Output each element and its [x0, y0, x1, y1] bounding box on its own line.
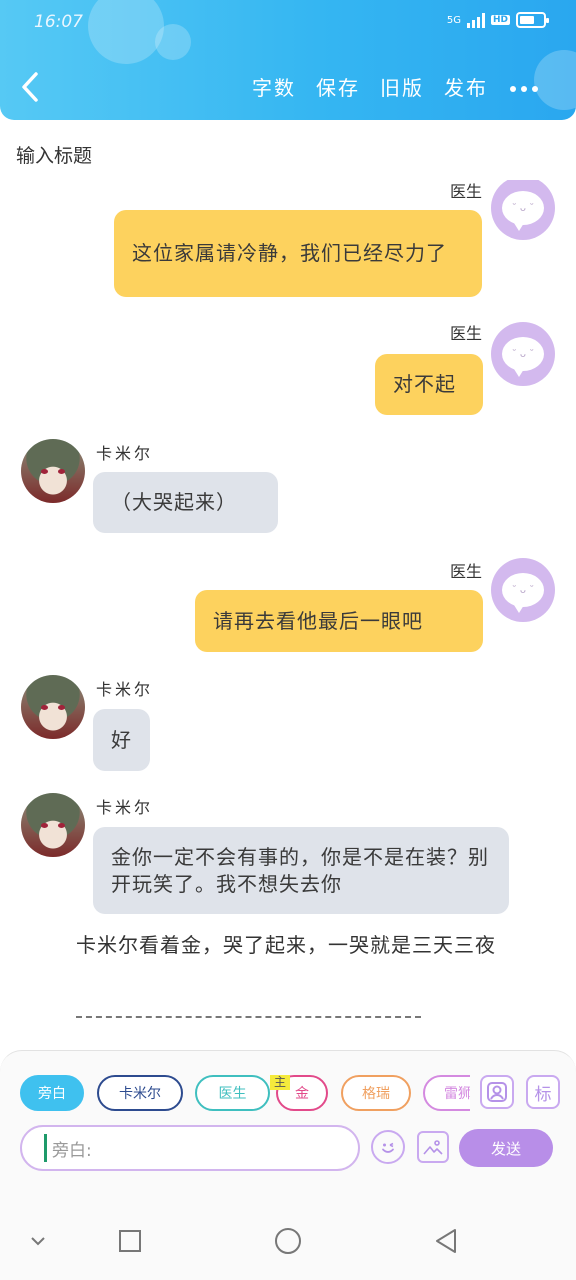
- kamil-avatar[interactable]: [21, 439, 85, 503]
- old-version-button[interactable]: 旧版: [380, 72, 424, 101]
- speaker-name: 医生: [449, 182, 482, 201]
- title-input[interactable]: 输入标题: [16, 141, 92, 168]
- decor-bubble: [155, 24, 191, 60]
- message-bubble[interactable]: 请再去看他最后一眼吧: [195, 590, 483, 652]
- role-chips: 旁白 卡米尔 医生 金 主 格瑞 雷狮: [20, 1075, 470, 1111]
- triangle-back-icon: [436, 1229, 456, 1253]
- message-bubble[interactable]: 对不起: [375, 354, 483, 415]
- image-button[interactable]: [417, 1131, 449, 1163]
- role-chip-doctor[interactable]: 医生: [195, 1075, 270, 1111]
- square-icon: [119, 1230, 141, 1252]
- chat-area[interactable]: 医生 ˘ ᴗ ˘ 这位家属请冷静，我们已经尽力了 医生 ˘ ᴗ ˘ 对不起 卡米…: [0, 180, 576, 1040]
- battery-icon: [516, 12, 549, 28]
- role-chip-label: 旁白: [38, 1086, 66, 1102]
- publish-button[interactable]: 发布: [444, 72, 488, 101]
- message-bubble[interactable]: 金你一定不会有事的，你是不是在装？别开玩笑了。我不想失去你: [93, 827, 509, 914]
- doctor-avatar[interactable]: ˘ ᴗ ˘: [491, 558, 555, 622]
- kamil-avatar[interactable]: [21, 675, 85, 739]
- system-nav-bar: [0, 1205, 576, 1280]
- speaker-name: 卡米尔: [96, 444, 154, 463]
- message-text: 这位家属请冷静，我们已经尽力了: [132, 241, 447, 265]
- nav-home-button[interactable]: [274, 1227, 302, 1255]
- dialogue-input[interactable]: 旁白:: [20, 1125, 360, 1171]
- role-chip-narrator[interactable]: 旁白: [20, 1075, 84, 1111]
- role-chip-label: 格瑞: [362, 1086, 390, 1102]
- message-text: 好: [111, 727, 132, 752]
- divider-line: [76, 1016, 421, 1018]
- status-icons: 5G HD: [446, 12, 549, 28]
- hd-badge: HD: [490, 15, 510, 25]
- nav-recents-button[interactable]: [116, 1227, 144, 1255]
- message-text: 对不起: [393, 372, 456, 396]
- kamil-avatar[interactable]: [21, 793, 85, 857]
- network-label: 5G: [446, 14, 461, 26]
- text-caret: [44, 1134, 47, 1162]
- input-placeholder: 旁白:: [52, 1140, 92, 1161]
- emoji-icon: [382, 1142, 394, 1153]
- save-button[interactable]: 保存: [316, 72, 360, 101]
- role-chip-gerui[interactable]: 格瑞: [341, 1075, 411, 1111]
- message-text: 金你一定不会有事的，你是不是在装？别开玩笑了。我不想失去你: [111, 844, 489, 896]
- role-chip-label: 医生: [218, 1086, 247, 1102]
- composer-panel: 旁白 卡米尔 医生 金 主 格瑞 雷狮 标 旁白: 发送: [0, 1050, 576, 1205]
- nav-collapse-button[interactable]: [24, 1227, 52, 1255]
- speaker-name: 卡米尔: [96, 680, 154, 699]
- role-chip-label: 金: [295, 1086, 309, 1102]
- message-text: 请再去看他最后一眼吧: [213, 608, 423, 633]
- speaker-name: 卡米尔: [96, 798, 154, 817]
- back-button[interactable]: [18, 70, 48, 106]
- chevron-down-icon: [31, 1237, 45, 1246]
- chat-bubble-face-icon: ˘ ᴗ ˘: [502, 191, 544, 231]
- chevron-left-icon: [22, 72, 38, 102]
- doctor-avatar[interactable]: ˘ ᴗ ˘: [491, 180, 555, 240]
- nav-back-button[interactable]: [432, 1227, 460, 1255]
- message-bubble[interactable]: （大哭起来）: [93, 472, 278, 533]
- signal-icon: [466, 12, 485, 28]
- message-bubble[interactable]: 这位家属请冷静，我们已经尽力了: [114, 210, 482, 297]
- circle-icon: [275, 1228, 301, 1254]
- role-chip-label: 卡米尔: [119, 1086, 161, 1102]
- user-card-icon: [487, 1082, 507, 1102]
- tag-label: 标: [534, 1084, 552, 1105]
- role-chip-leishi[interactable]: 雷狮: [423, 1075, 470, 1111]
- header-menu: 字数 保存 旧版 发布: [252, 72, 488, 101]
- main-role-badge: 主: [270, 1075, 291, 1090]
- speaker-name: 医生: [449, 324, 482, 343]
- decor-bubble: [534, 50, 576, 110]
- status-time: 16:07: [34, 12, 83, 32]
- doctor-avatar[interactable]: ˘ ᴗ ˘: [491, 322, 555, 386]
- app-header: 16:07 5G HD 字数 保存 旧版 发布: [0, 0, 576, 120]
- more-dots-icon: [510, 86, 516, 92]
- chat-bubble-face-icon: ˘ ᴗ ˘: [502, 337, 544, 377]
- emoji-button[interactable]: [371, 1130, 405, 1164]
- role-chip-label: 雷狮: [444, 1086, 470, 1102]
- chat-bubble-face-icon: ˘ ᴗ ˘: [502, 573, 544, 613]
- message-bubble[interactable]: 好: [93, 709, 150, 771]
- word-count-button[interactable]: 字数: [252, 72, 296, 101]
- image-icon: [423, 1140, 443, 1155]
- send-button[interactable]: 发送: [459, 1129, 553, 1167]
- narration-text[interactable]: 卡米尔看着金，哭了起来，一哭就是三天三夜: [26, 930, 546, 960]
- decor-bubble: [88, 0, 164, 64]
- more-button[interactable]: [510, 86, 538, 92]
- speaker-name: 医生: [449, 562, 482, 581]
- role-chip-kamil[interactable]: 卡米尔: [97, 1075, 183, 1111]
- tag-button[interactable]: 标: [526, 1075, 560, 1109]
- role-manage-button[interactable]: [480, 1075, 514, 1109]
- message-text: （大哭起来）: [111, 490, 237, 514]
